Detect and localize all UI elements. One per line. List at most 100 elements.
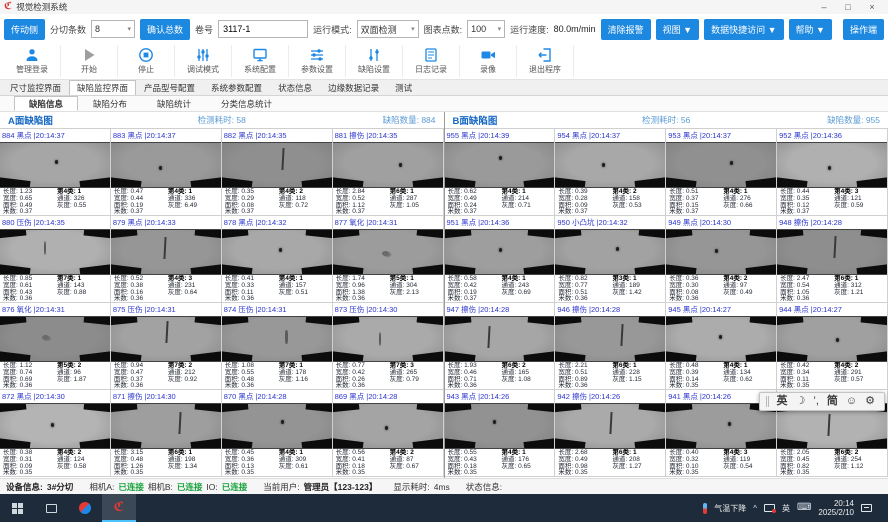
defect-cell-946[interactable]: 946 擦伤 |20:14:28长度: 2.21宽度: 0.51面积: 0.89… [555, 303, 666, 390]
defect-cell-872[interactable]: 872 黑点 |20:14:30长度: 0.38宽度: 0.31面积: 0.09… [0, 390, 111, 477]
drive-side-button[interactable]: 传动侧 [4, 19, 45, 40]
clear-alarm-button[interactable]: 清除报警 [601, 19, 651, 40]
action-button-monitor[interactable]: 系统配置 [232, 45, 289, 77]
defect-cell-879[interactable]: 879 黑点 |20:14:33长度: 0.52宽度: 0.38面积: 0.16… [111, 216, 222, 303]
defect-meta-left: 长度: 0.82宽度: 0.77面积: 0.51米数: 0.36 [558, 276, 612, 303]
chevron-down-icon: ▾ [411, 25, 415, 33]
ime-lang-英[interactable]: 英 [777, 393, 788, 410]
defect-cell-950[interactable]: 950 小凸坑 |20:14:32长度: 0.82宽度: 0.77面积: 0.5… [555, 216, 666, 303]
defect-cell-944[interactable]: 944 黑点 |20:14:27长度: 0.42宽度: 0.34面积: 0.11… [777, 303, 888, 390]
help-menu-button[interactable]: 帮助 ▼ [789, 19, 832, 40]
defect-cell-884[interactable]: 884 黑点 |20:14:37长度: 1.23宽度: 0.65面积: 0.49… [0, 129, 111, 216]
defect-cell-874[interactable]: 874 压伤 |20:14:31长度: 1.08宽度: 0.55面积: 0.48… [222, 303, 333, 390]
defect-cell-873[interactable]: 873 压伤 |20:14:30长度: 0.77宽度: 0.42面积: 0.26… [333, 303, 444, 390]
main-tab-1[interactable]: 缺陷监控界面 [69, 80, 136, 95]
minimize-button[interactable]: – [812, 1, 836, 14]
maximize-button[interactable]: □ [836, 1, 860, 14]
defect-cell-871[interactable]: 871 擦伤 |20:14:30长度: 3.15宽度: 0.48面积: 1.26… [111, 390, 222, 477]
main-tab-3[interactable]: 系统参数配置 [203, 80, 270, 95]
main-tab-6[interactable]: 测试 [387, 80, 420, 95]
action-button-log[interactable]: 日志记录 [403, 45, 460, 77]
network-icon[interactable] [764, 504, 775, 512]
action-button-vsliders2[interactable]: 缺陷设置 [346, 45, 403, 77]
chart-points-select[interactable]: 100 ▾ [467, 20, 505, 38]
action-button-camera[interactable]: 录像 [460, 45, 517, 77]
start-button[interactable] [0, 494, 34, 522]
ime-toolbar[interactable]: 英 ☽ ’, 简 ☺ ⚙ [759, 392, 885, 411]
defect-meta-left: 长度: 0.42宽度: 0.34面积: 0.11米数: 0.35 [780, 363, 834, 390]
weather-text[interactable]: 气温下降 [714, 503, 746, 514]
film-edge [555, 229, 581, 239]
action-button-user[interactable]: 管理登录 [4, 45, 61, 77]
sub-tab-1[interactable]: 缺陷分布 [78, 96, 142, 111]
window-title: 视觉检测系统 [16, 1, 67, 13]
defect-cell-948[interactable]: 948 擦伤 |20:14:28长度: 2.47宽度: 0.54面积: 1.05… [777, 216, 888, 303]
confirm-total-button[interactable]: 确认总数 [140, 19, 190, 40]
defect-meta-right: 第4类: 2通道: 158灰度: 0.53 [612, 189, 662, 216]
defect-cell-955[interactable]: 955 黑点 |20:14:39长度: 0.62宽度: 0.49面积: 0.24… [445, 129, 556, 216]
defect-cell-947[interactable]: 947 擦伤 |20:14:28长度: 1.93宽度: 0.46面积: 0.71… [445, 303, 556, 390]
action-button-play[interactable]: 开始 [61, 45, 118, 77]
defect-cell-881[interactable]: 881 擦伤 |20:14:35长度: 2.84宽度: 0.52面积: 1.12… [333, 129, 444, 216]
operator-side-button[interactable]: 操作端 [843, 19, 884, 40]
main-tab-2[interactable]: 产品型号配置 [136, 80, 203, 95]
tray-expand-caret[interactable]: ^ [753, 504, 757, 513]
main-tab-5[interactable]: 边缘数据记录 [320, 80, 387, 95]
meta-line: 米数: 0.37 [669, 209, 723, 216]
meta-line: 米数: 0.35 [780, 383, 834, 390]
defect-cell-876[interactable]: 876 氧化 |20:14:31长度: 1.12宽度: 0.74面积: 0.69… [0, 303, 111, 390]
roll-number-input[interactable] [218, 20, 308, 38]
action-button-door[interactable]: 退出程序 [517, 45, 574, 77]
close-button[interactable]: × [860, 1, 884, 14]
defect-cell-877[interactable]: 877 氧化 |20:14:31长度: 1.74宽度: 0.96面积: 1.38… [333, 216, 444, 303]
slit-count-select[interactable]: 8 ▾ [91, 20, 135, 38]
action-button-stop[interactable]: 停止 [118, 45, 175, 77]
notification-center-icon[interactable] [861, 504, 872, 512]
defect-cell-951[interactable]: 951 黑点 |20:14:36长度: 0.58宽度: 0.42面积: 0.19… [445, 216, 556, 303]
sub-tab-2[interactable]: 缺陷统计 [142, 96, 206, 111]
input-language-indicator[interactable]: 英 [782, 503, 790, 514]
gear-icon[interactable]: ⚙ [865, 393, 875, 410]
meta-line: 灰度: 0.49 [723, 290, 773, 297]
task-view-button[interactable] [34, 494, 68, 522]
taskbar-app-1[interactable] [68, 494, 102, 522]
defect-cell-942[interactable]: 942 擦伤 |20:14:26长度: 2.68宽度: 0.49面积: 0.98… [555, 390, 666, 477]
keyboard-icon[interactable]: ⌨ [797, 503, 811, 513]
defect-cell-880[interactable]: 880 压伤 |20:14:35长度: 0.85宽度: 0.61面积: 0.43… [0, 216, 111, 303]
defect-cell-945[interactable]: 945 黑点 |20:14:27长度: 0.48宽度: 0.39面积: 0.14… [666, 303, 777, 390]
view-menu-button[interactable]: 视图 ▼ [656, 19, 699, 40]
defect-cell-952[interactable]: 952 黑点 |20:14:36长度: 0.44宽度: 0.35面积: 0.12… [777, 129, 888, 216]
action-button-hsliders[interactable]: 参数设置 [289, 45, 346, 77]
quote-icon[interactable]: ’, [813, 393, 819, 410]
film-edge [861, 229, 887, 239]
defect-cell-953[interactable]: 953 黑点 |20:14:37长度: 0.51宽度: 0.37面积: 0.15… [666, 129, 777, 216]
defect-cell-954[interactable]: 954 黑点 |20:14:37长度: 0.39宽度: 0.28面积: 0.09… [555, 129, 666, 216]
sub-tab-3[interactable]: 分类信息统计 [206, 96, 287, 111]
defect-cell-949[interactable]: 949 黑点 |20:14:30长度: 0.36宽度: 0.30面积: 0.08… [666, 216, 777, 303]
smiley-icon[interactable]: ☺ [846, 393, 857, 410]
defect-meta-right: 第4类: 1通道: 157灰度: 0.51 [279, 276, 329, 303]
defect-cell-878[interactable]: 878 黑点 |20:14:32长度: 0.41宽度: 0.33面积: 0.11… [222, 216, 333, 303]
defect-cell-943[interactable]: 943 黑点 |20:14:26长度: 0.55宽度: 0.43面积: 0.18… [445, 390, 556, 477]
defect-cell-883[interactable]: 883 黑点 |20:14:37长度: 0.47宽度: 0.44面积: 0.19… [111, 129, 222, 216]
defect-cell-869[interactable]: 869 黑点 |20:14:28长度: 0.56宽度: 0.41面积: 0.18… [333, 390, 444, 477]
main-tab-4[interactable]: 状态信息 [270, 80, 320, 95]
ime-lang-简[interactable]: 简 [827, 393, 838, 410]
moon-icon[interactable]: ☽ [796, 393, 806, 410]
taskbar-app-active[interactable]: ℭ [102, 494, 136, 522]
film-edge [445, 316, 471, 326]
sub-tab-0[interactable]: 缺陷信息 [14, 96, 78, 111]
action-button-vsliders[interactable]: 调试模式 [175, 45, 232, 77]
quick-access-menu-button[interactable]: 数据快捷访问 ▼ [704, 19, 783, 40]
defect-cell-875[interactable]: 875 压伤 |20:14:31长度: 0.94宽度: 0.47面积: 0.37… [111, 303, 222, 390]
defect-cell-header: 874 压伤 |20:14:31 [222, 303, 332, 316]
film-edge [0, 351, 31, 362]
defect-cell-870[interactable]: 870 黑点 |20:14:28长度: 0.45宽度: 0.36面积: 0.13… [222, 390, 333, 477]
run-mode-select[interactable]: 双面检测 ▾ [357, 20, 419, 38]
taskbar-clock[interactable]: 20:14 2025/2/10 [818, 499, 854, 517]
ime-grip-handle[interactable] [766, 396, 769, 407]
defect-cell-882[interactable]: 882 黑点 |20:14:35长度: 0.35宽度: 0.29面积: 0.08… [222, 129, 333, 216]
defect-panel-a: A面缺陷图检测耗时: 58缺陷数量: 884884 黑点 |20:14:37长度… [0, 112, 445, 478]
defect-image [222, 316, 332, 362]
main-tab-0[interactable]: 尺寸监控界面 [2, 80, 69, 95]
